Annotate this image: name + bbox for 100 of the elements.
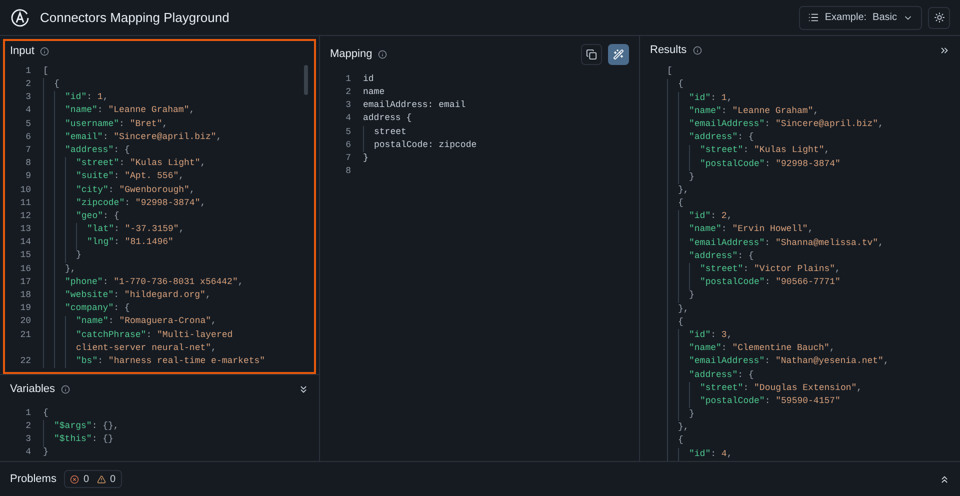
code-line: "lat": "-37.3159", <box>87 223 184 236</box>
warning-icon <box>97 474 106 484</box>
code-line: "address": { <box>689 131 754 144</box>
sun-icon <box>934 12 944 23</box>
code-line: } <box>43 446 48 460</box>
code-line: "geo": { <box>76 210 120 223</box>
code-line: "street": "Douglas Extension", <box>700 382 862 395</box>
line-number: 10 <box>20 184 31 195</box>
line-number: 4 <box>26 447 31 458</box>
code-line: "name": "Romaguera-Crona", <box>76 315 216 328</box>
error-icon <box>70 474 80 484</box>
collapse-right-icon[interactable] <box>939 44 950 56</box>
line-number: 5 <box>346 126 351 137</box>
code-line: "lng": "81.1496" <box>87 236 174 250</box>
line-number: 1 <box>346 74 351 84</box>
line-number: 14 <box>20 237 31 248</box>
info-icon[interactable] <box>378 50 388 58</box>
code-line: "emailAddress": "Sincere@april.biz", <box>689 118 884 131</box>
line-number: 13 <box>20 224 31 234</box>
problems-label: Problems <box>10 472 56 487</box>
info-icon[interactable] <box>61 384 70 394</box>
code-line: }, <box>65 262 76 276</box>
panel-title: Results <box>650 42 687 58</box>
copy-button[interactable] <box>581 44 602 64</box>
code-line: "emailAddress": "Nathan@yesenia.net", <box>689 355 889 368</box>
expand-up-icon[interactable] <box>939 474 950 484</box>
app-title: Connectors Mapping Playground <box>40 8 230 27</box>
code-line: address { <box>363 112 412 126</box>
line-number: 6 <box>346 140 351 150</box>
theme-toggle-button[interactable] <box>928 6 950 28</box>
code-line: } <box>363 152 368 165</box>
line-number: 21 <box>20 330 31 340</box>
line-number: 18 <box>20 290 31 300</box>
code-line: } <box>689 289 694 302</box>
line-number: 4 <box>346 113 351 124</box>
info-icon[interactable] <box>692 46 702 55</box>
code-line: { <box>678 78 684 92</box>
code-line: "$this": {} <box>54 433 114 446</box>
code-line: client-server neural-net", <box>76 342 216 355</box>
code-line: [ <box>667 65 672 78</box>
line-number: 22 <box>20 356 31 366</box>
code-line: "catchPhrase": "Multi-layered <box>76 328 233 342</box>
code-line: { <box>678 434 684 448</box>
code-line: street <box>374 126 406 139</box>
line-number: 15 <box>20 250 31 260</box>
code-line: "email": "Sincere@april.biz", <box>65 130 222 144</box>
error-count: 0 <box>83 472 90 486</box>
code-line: "phone": "1-770-736-8031 x56442", <box>65 276 244 289</box>
example-dropdown[interactable]: Example: Basic <box>798 6 922 30</box>
warning-count: 0 <box>110 472 116 486</box>
collapse-down-icon[interactable] <box>298 384 309 394</box>
line-number: 8 <box>26 158 31 168</box>
code-line: "id": 1, <box>689 92 732 105</box>
example-label: Example: <box>824 11 867 25</box>
code-line: } <box>689 170 694 184</box>
format-button[interactable] <box>608 44 629 64</box>
line-number: 9 <box>26 171 31 182</box>
code-line: "street": "Kulas Light", <box>76 157 206 170</box>
code-line: "$args": {}, <box>54 420 119 434</box>
code-line: }, <box>678 184 689 197</box>
line-number: 20 <box>20 316 31 326</box>
code-line: [ <box>43 64 48 78</box>
line-number: 17 <box>20 276 31 287</box>
code-line: "postalCode": "90566-7771" <box>700 276 840 290</box>
line-number: 1 <box>26 66 31 76</box>
code-line: "username": "Bret", <box>65 118 168 131</box>
code-line: { <box>678 316 684 329</box>
line-number: 5 <box>26 118 31 129</box>
line-number: 2 <box>346 87 351 98</box>
code-line: } <box>76 249 82 262</box>
line-number: 1 <box>26 408 31 418</box>
code-line: }, <box>678 421 689 434</box>
line-number: 3 <box>26 92 31 102</box>
panel-title: Input <box>10 44 34 59</box>
code-line: "postalCode": "92998-3874" <box>700 158 840 171</box>
code-line: "zipcode": "92998-3874", <box>76 196 206 210</box>
code-line: "suite": "Apt. 556", <box>76 170 184 184</box>
code-line: "postalCode": "59590-4157" <box>700 394 840 408</box>
code-line: id <box>363 72 374 86</box>
code-line: "city": "Gwenborough", <box>76 184 195 197</box>
code-line: }, <box>678 302 689 316</box>
line-number: 2 <box>26 79 31 90</box>
code-line: "company": { <box>65 302 130 316</box>
problems-badge[interactable]: 0 0 <box>64 470 122 488</box>
code-line: { <box>54 78 60 92</box>
copy-icon <box>586 48 597 60</box>
code-line: "id": 1, <box>65 91 108 104</box>
code-line: "id": 4, <box>689 448 732 461</box>
code-line: "name": "Leanne Graham", <box>689 104 819 118</box>
panel-title: Variables <box>10 382 56 397</box>
line-number: 19 <box>20 303 31 314</box>
code-line: "name": "Ervin Howell", <box>689 223 814 236</box>
scrollbar-thumb[interactable] <box>304 65 308 95</box>
info-icon[interactable] <box>40 46 50 56</box>
magic-wand-icon <box>613 48 624 60</box>
example-value: Basic <box>872 11 897 25</box>
line-number: 7 <box>346 152 351 163</box>
line-number: 7 <box>26 144 31 155</box>
line-number: 12 <box>20 210 31 221</box>
code-line: "name": "Leanne Graham", <box>65 104 195 118</box>
